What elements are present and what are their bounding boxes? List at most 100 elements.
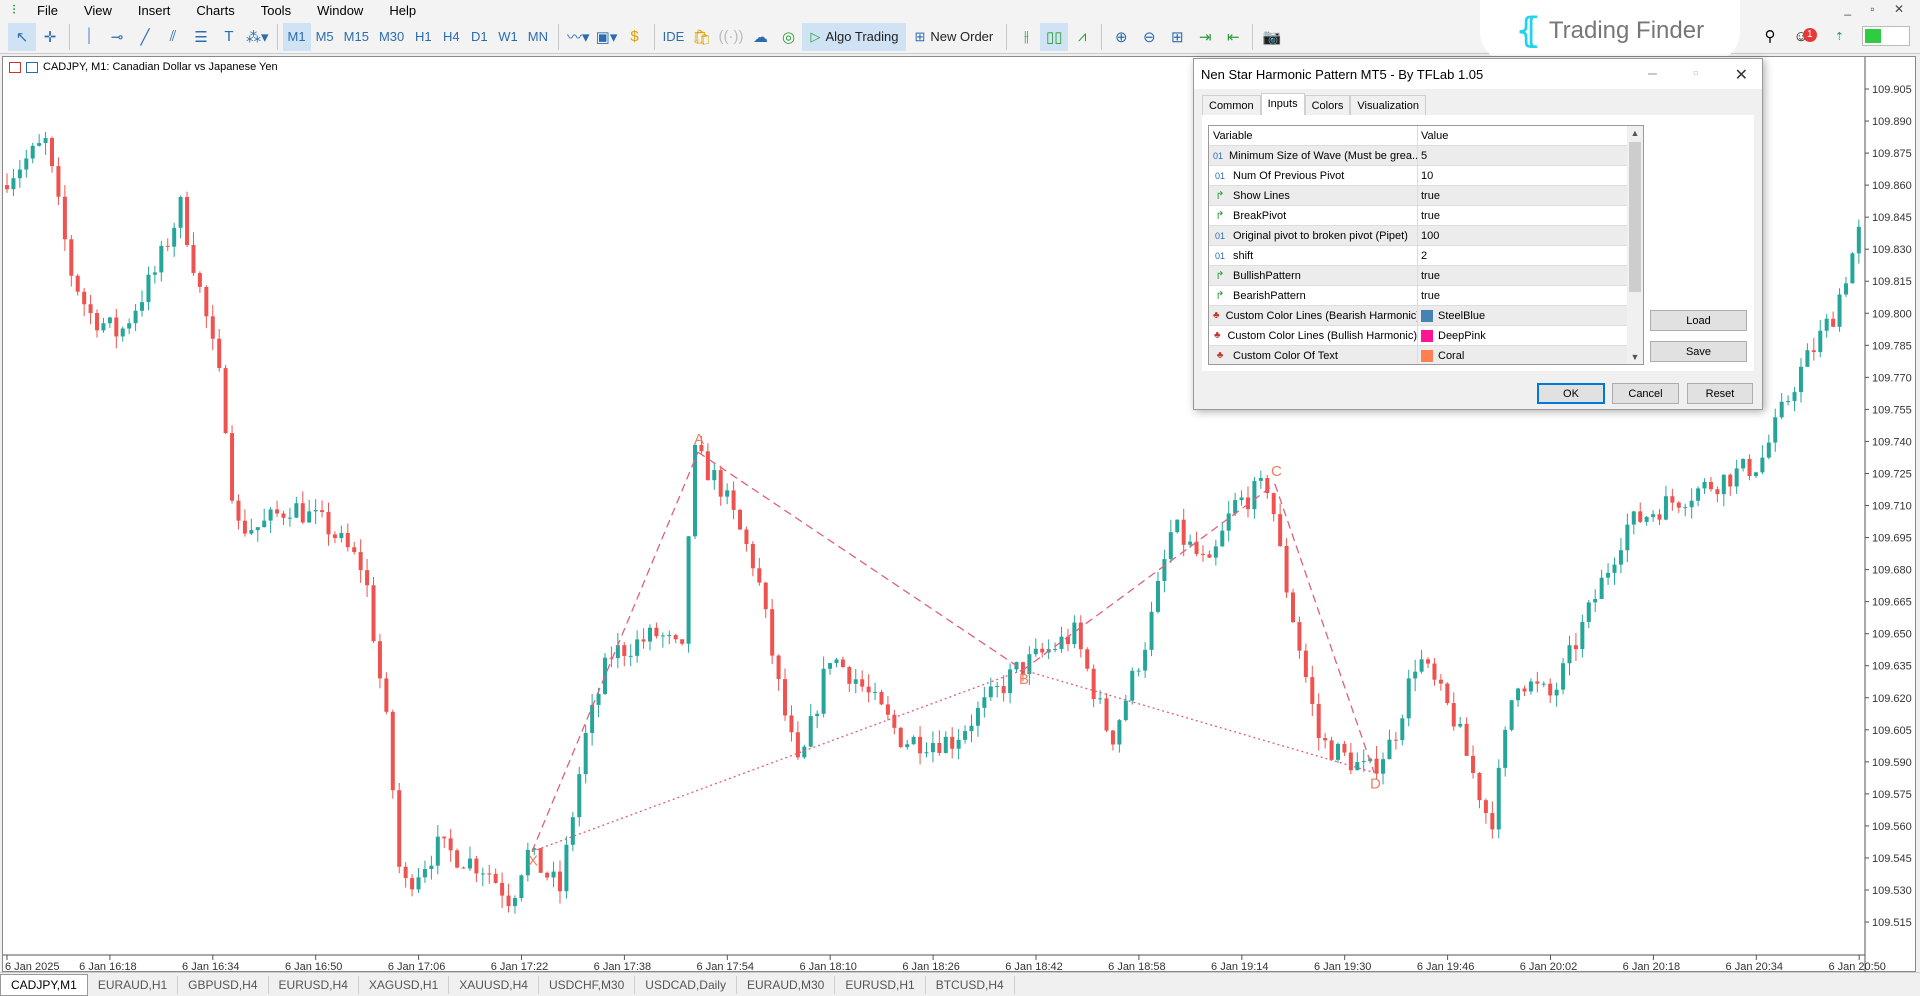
timeframe-h1[interactable]: H1 <box>409 23 437 51</box>
timeframe-m5[interactable]: M5 <box>311 23 339 51</box>
notifications-icon[interactable]: ☺1 <box>1793 28 1816 45</box>
table-scrollbar[interactable]: ▲▼ <box>1627 126 1643 364</box>
timeframe-m1[interactable]: M1 <box>283 23 311 51</box>
menu-insert[interactable]: Insert <box>125 3 184 18</box>
menu-view[interactable]: View <box>71 3 125 18</box>
param-value-cell[interactable]: 5 <box>1418 146 1643 165</box>
vertical-line-icon[interactable]: ⏐ <box>75 23 103 51</box>
add-account-icon[interactable]: ◎ <box>774 23 802 51</box>
trendline-icon[interactable]: ╱ <box>131 23 159 51</box>
param-value-cell[interactable]: Coral <box>1418 346 1643 365</box>
param-row[interactable]: 01shift2 <box>1209 246 1643 266</box>
cursor-icon[interactable]: ↖ <box>8 23 36 51</box>
ok-button[interactable]: OK <box>1537 383 1605 404</box>
shapes-icon[interactable]: ⁂▾ <box>243 23 272 51</box>
screenshot-icon[interactable]: 📷 <box>1258 23 1286 51</box>
cancel-button[interactable]: Cancel <box>1612 383 1679 404</box>
candlestick-icon[interactable]: ▯▯ <box>1040 23 1068 51</box>
menu-window[interactable]: Window <box>304 3 376 18</box>
scroll-down-icon[interactable]: ▼ <box>1627 352 1643 362</box>
bullish-candle <box>108 317 112 323</box>
param-value-cell[interactable]: DeepPink <box>1418 326 1643 345</box>
symbol-tab[interactable]: EURUSD,H4 <box>269 976 359 994</box>
param-row[interactable]: 01Num Of Previous Pivot10 <box>1209 166 1643 186</box>
chart-shift-icon[interactable]: ⇤ <box>1219 23 1247 51</box>
symbol-tab[interactable]: EURUSD,H1 <box>835 976 925 994</box>
timeframe-mn[interactable]: MN <box>523 23 553 51</box>
dialog-tab-visualization[interactable]: Visualization <box>1350 95 1426 116</box>
param-value-cell[interactable]: 100 <box>1418 226 1643 245</box>
new-order-button[interactable]: ⊞New Order <box>906 23 1001 51</box>
timeframe-m15[interactable]: M15 <box>339 23 374 51</box>
lvl-icon[interactable]: ⇡ <box>1835 30 1844 43</box>
reset-button[interactable]: Reset <box>1687 383 1753 404</box>
timeframe-h4[interactable]: H4 <box>437 23 465 51</box>
param-value-cell[interactable]: true <box>1418 206 1643 225</box>
algo-trading-button[interactable]: ▷Algo Trading <box>802 23 906 51</box>
menu-help[interactable]: Help <box>376 3 429 18</box>
symbol-tab[interactable]: EURAUD,H1 <box>88 976 178 994</box>
symbol-tab[interactable]: USDCAD,Daily <box>635 976 737 994</box>
symbol-tab[interactable]: XAGUSD,H1 <box>359 976 449 994</box>
menu-file[interactable]: File <box>24 3 71 18</box>
dialog-tab-inputs[interactable]: Inputs <box>1261 93 1305 116</box>
indicators-icon[interactable]: 〰▾ <box>564 23 593 51</box>
param-row[interactable]: ↱Show Linestrue <box>1209 186 1643 206</box>
market-icon[interactable]: $ <box>621 23 649 51</box>
symbol-tab[interactable]: BTCUSD,H4 <box>926 976 1015 994</box>
symbol-tab[interactable]: XAUUSD,H4 <box>449 976 539 994</box>
text-icon[interactable]: T <box>215 23 243 51</box>
price-tick-label: 109.725 <box>1872 468 1912 480</box>
param-row[interactable]: ↱BullishPatterntrue <box>1209 266 1643 286</box>
param-row[interactable]: ↱BearishPatterntrue <box>1209 286 1643 306</box>
channel-icon[interactable]: ⫽ <box>159 23 187 51</box>
search-icon[interactable]: ⚲ <box>1764 27 1775 45</box>
param-value-cell[interactable]: true <box>1418 286 1643 305</box>
dialog-tab-colors[interactable]: Colors <box>1305 95 1351 116</box>
symbol-tab[interactable]: CADJPY,M1 <box>0 974 88 996</box>
param-row[interactable]: ♣Custom Color Lines (Bullish Harmonic)De… <box>1209 326 1643 346</box>
ide-button[interactable]: IDE <box>660 23 688 51</box>
dialog-tab-common[interactable]: Common <box>1202 95 1261 116</box>
param-value-cell[interactable]: true <box>1418 266 1643 285</box>
fibonacci-icon[interactable]: ☰ <box>187 23 215 51</box>
minimize-icon[interactable]: – <box>1648 65 1657 85</box>
param-row[interactable]: 01Original pivot to broken pivot (Pipet)… <box>1209 226 1643 246</box>
menu-tools[interactable]: Tools <box>248 3 304 18</box>
maximize-icon[interactable]: ▫ <box>1693 65 1699 85</box>
window-controls[interactable]: _ ▫ ✕ <box>1844 2 1912 16</box>
timeframe-d1[interactable]: D1 <box>465 23 493 51</box>
symbol-tab[interactable]: EURAUD,M30 <box>737 976 835 994</box>
grid-icon[interactable]: ⊞ <box>1163 23 1191 51</box>
param-row[interactable]: ♣Custom Color Lines (Bearish Harmonic)St… <box>1209 306 1643 326</box>
zoom-out-icon[interactable]: ⊖ <box>1135 23 1163 51</box>
symbol-tab[interactable]: GBPUSD,H4 <box>178 976 268 994</box>
templates-icon[interactable]: ▣▾ <box>593 23 621 51</box>
load-button[interactable]: Load <box>1650 310 1747 331</box>
param-value-cell[interactable]: true <box>1418 186 1643 205</box>
connection-toggle[interactable] <box>1862 26 1910 46</box>
close-icon[interactable]: ✕ <box>1735 65 1748 85</box>
param-value-cell[interactable]: 2 <box>1418 246 1643 265</box>
param-row[interactable]: ↱BreakPivottrue <box>1209 206 1643 226</box>
autoscroll-icon[interactable]: ⇥ <box>1191 23 1219 51</box>
save-button[interactable]: Save <box>1650 341 1747 362</box>
scroll-up-icon[interactable]: ▲ <box>1627 128 1643 138</box>
bar-chart-icon[interactable]: ⫲ <box>1012 23 1040 51</box>
shop-icon[interactable]: 🛍 <box>688 23 716 51</box>
vps-icon[interactable]: ☁ <box>746 23 774 51</box>
timeframe-m30[interactable]: M30 <box>374 23 409 51</box>
scroll-thumb[interactable] <box>1629 142 1641 292</box>
param-row[interactable]: 01Minimum Size of Wave (Must be grea...5 <box>1209 146 1643 166</box>
menu-charts[interactable]: Charts <box>183 3 247 18</box>
param-value-cell[interactable]: 10 <box>1418 166 1643 185</box>
signals-icon[interactable]: ((·)) <box>716 23 747 51</box>
param-row[interactable]: ♣Custom Color Of TextCoral <box>1209 346 1643 365</box>
line-chart-icon[interactable]: ⩘ <box>1068 23 1096 51</box>
crosshair-icon[interactable]: ✛ <box>36 23 64 51</box>
param-value-cell[interactable]: SteelBlue <box>1418 306 1643 325</box>
horizontal-line-icon[interactable]: ⊸ <box>103 23 131 51</box>
zoom-in-icon[interactable]: ⊕ <box>1107 23 1135 51</box>
symbol-tab[interactable]: USDCHF,M30 <box>539 976 635 994</box>
timeframe-w1[interactable]: W1 <box>493 23 523 51</box>
